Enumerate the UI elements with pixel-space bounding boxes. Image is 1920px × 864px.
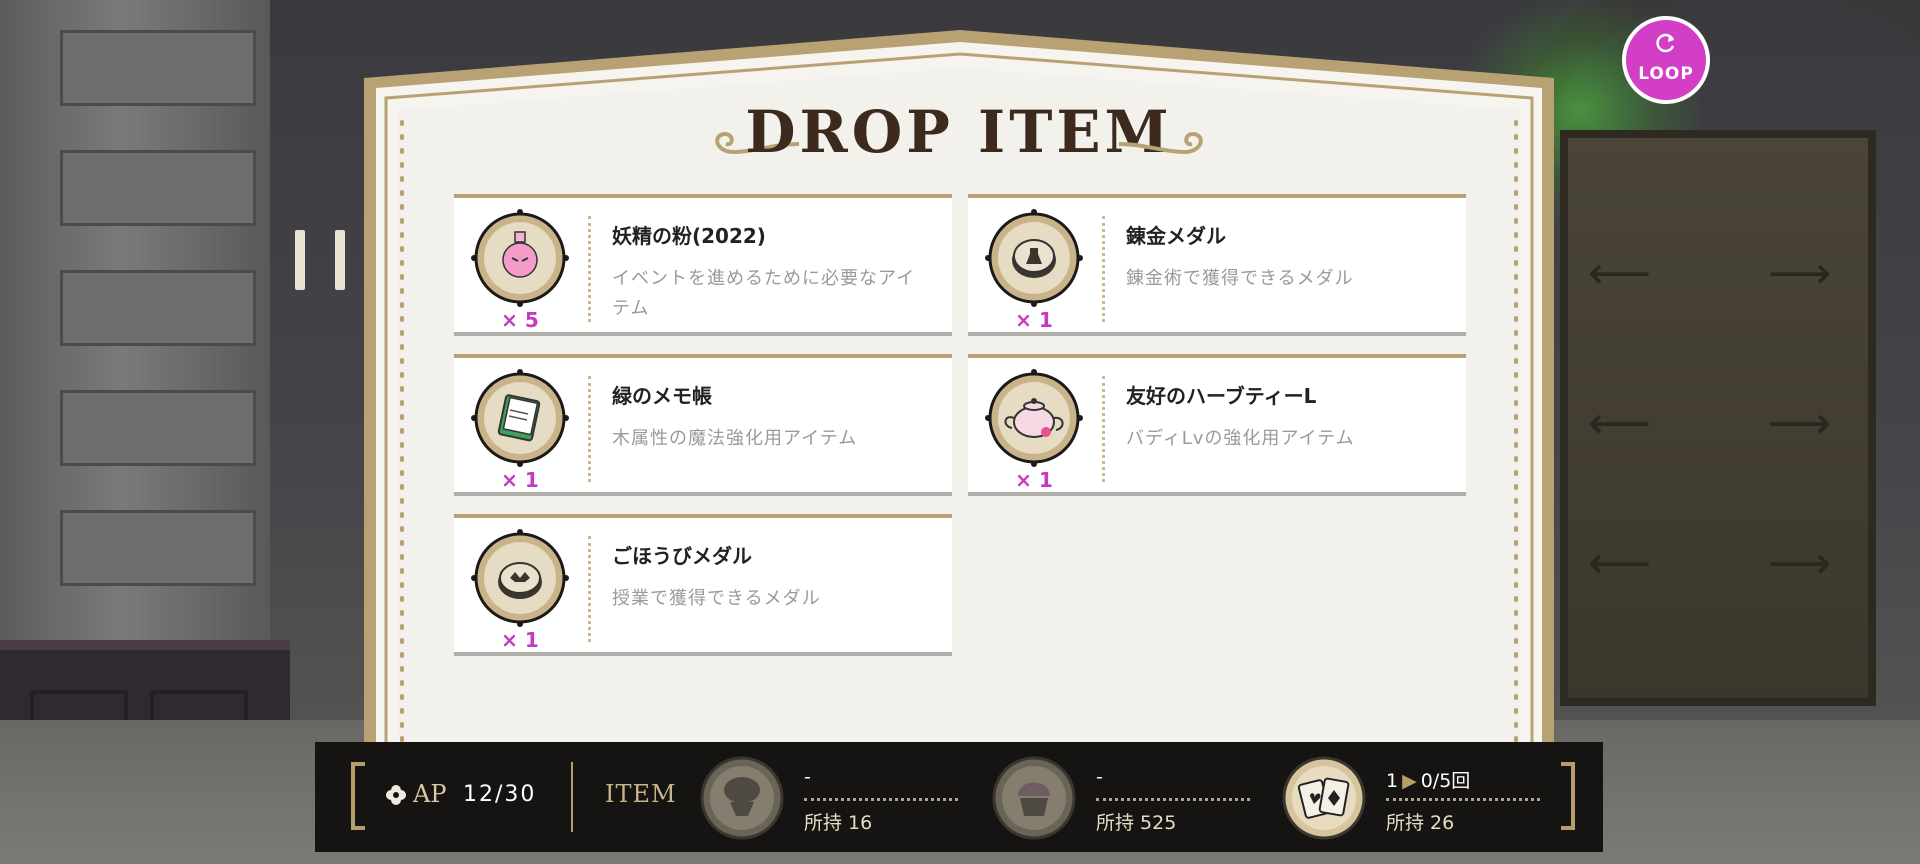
panel-title: DROP ITEM <box>745 98 1173 166</box>
bracket-left <box>351 762 365 830</box>
resource-status: 1 ▶ 0/5回 <box>1386 766 1470 793</box>
resource-slot[interactable]: - 所持 16 <box>700 756 958 840</box>
card-divider <box>1102 216 1105 322</box>
item-icon-frame <box>982 206 1086 310</box>
item-icon-frame <box>468 526 572 630</box>
pink-teapot-icon <box>985 369 1083 467</box>
bottom-status-bar: AP 12/30 ITEM - 所持 16 - 所持 525 1 ▶ 0/5回 … <box>315 742 1603 852</box>
ap-value: 12/30 <box>463 782 537 807</box>
arrow-right-icon: ⟶ <box>1768 248 1832 299</box>
resource-slot[interactable]: 1 ▶ 0/5回 所持 26 <box>1282 756 1540 840</box>
item-icon-frame <box>982 366 1086 470</box>
card-divider <box>588 536 591 642</box>
item-icon-frame <box>468 206 572 310</box>
item-description: 錬金術で獲得できるメダル <box>1126 268 1354 289</box>
resource-slot[interactable]: - 所持 525 <box>992 756 1250 840</box>
resource-status: - <box>804 766 811 788</box>
card-divider <box>588 376 591 482</box>
loop-label: LOOP <box>1638 64 1694 84</box>
item-quantity: × 1 <box>501 628 539 652</box>
pillar-stone <box>60 270 256 346</box>
green-notepad-icon <box>471 369 569 467</box>
pillar-stone <box>60 150 256 226</box>
arrow-left-icon: ⟵ <box>1588 538 1652 589</box>
arrow-right-icon: ⟶ <box>1768 398 1832 449</box>
playing-cards-icon <box>1282 756 1366 840</box>
drop-item-card[interactable]: × 1 錬金メダル 錬金術で獲得できるメダル <box>968 194 1466 336</box>
item-name: 妖精の粉(2022) <box>612 224 766 248</box>
drop-item-card[interactable]: × 5 妖精の粉(2022) イベントを進めるために必要なアイテム <box>454 194 952 336</box>
dotted-divider <box>1386 798 1540 801</box>
arrow-left-icon: ⟵ <box>1588 398 1652 449</box>
ap-label: AP <box>413 780 447 808</box>
pillar-stone <box>60 510 256 586</box>
item-quantity: × 1 <box>1015 468 1053 492</box>
pillar-stone <box>60 30 256 106</box>
item-quantity: × 1 <box>1015 308 1053 332</box>
item-name: 友好のハーブティーL <box>1126 384 1317 408</box>
alchemy-medal-icon <box>985 209 1083 307</box>
dotted-divider <box>804 798 958 801</box>
loop-count-from: 1 <box>1386 770 1399 792</box>
resource-owned: 所持 525 <box>1096 812 1177 834</box>
resource-owned: 所持 16 <box>804 812 873 834</box>
item-label: ITEM <box>605 780 677 808</box>
item-name: 錬金メダル <box>1126 224 1226 248</box>
item-icon-frame <box>468 366 572 470</box>
item-description: バディLvの強化用アイテム <box>1126 428 1355 449</box>
drop-item-panel: DROP ITEM × 5 妖精の粉(2022) イベントを進めるために必要なア… <box>364 30 1554 750</box>
item-quantity: × 5 <box>501 308 539 332</box>
resource-status: - <box>1096 766 1103 788</box>
drop-item-card[interactable]: × 1 ごほうびメダル 授業で獲得できるメダル <box>454 514 952 656</box>
candle <box>295 230 305 290</box>
loop-arrow-icon <box>1656 33 1675 53</box>
item-description: 授業で獲得できるメダル <box>612 588 821 609</box>
item-quantity: × 1 <box>501 468 539 492</box>
brain-cup-icon <box>700 756 784 840</box>
item-name: 緑のメモ帳 <box>612 384 712 408</box>
loop-button[interactable]: LOOP <box>1622 16 1710 104</box>
card-divider <box>1102 376 1105 482</box>
cupcake-icon <box>992 756 1076 840</box>
dotted-divider <box>1096 798 1250 801</box>
item-name: ごほうびメダル <box>612 544 752 568</box>
item-description: 木属性の魔法強化用アイテム <box>612 428 858 449</box>
wooden-door: ⟵ ⟶ ⟵ ⟶ ⟵ ⟶ <box>1560 130 1876 706</box>
pillar-stone <box>60 390 256 466</box>
item-description: イベントを進めるために必要なアイテム <box>612 268 916 319</box>
title-ornament-right <box>1118 132 1203 155</box>
arrow-left-icon: ⟵ <box>1588 248 1652 299</box>
arrow-right-icon: ⟶ <box>1768 538 1832 589</box>
loop-count-to: 0/5回 <box>1420 770 1471 792</box>
bar-divider <box>571 762 573 832</box>
drop-item-card[interactable]: × 1 緑のメモ帳 木属性の魔法強化用アイテム <box>454 354 952 496</box>
candle <box>335 230 345 290</box>
reward-medal-icon <box>471 529 569 627</box>
resource-owned: 所持 26 <box>1386 812 1455 834</box>
pink-fairy-potion-icon <box>471 209 569 307</box>
chevron-right-icon: ▶ <box>1402 770 1417 792</box>
ap-flower-icon <box>386 785 406 805</box>
drop-item-card[interactable]: × 1 友好のハーブティーL バディLvの強化用アイテム <box>968 354 1466 496</box>
card-divider <box>588 216 591 322</box>
bracket-right <box>1561 762 1575 830</box>
